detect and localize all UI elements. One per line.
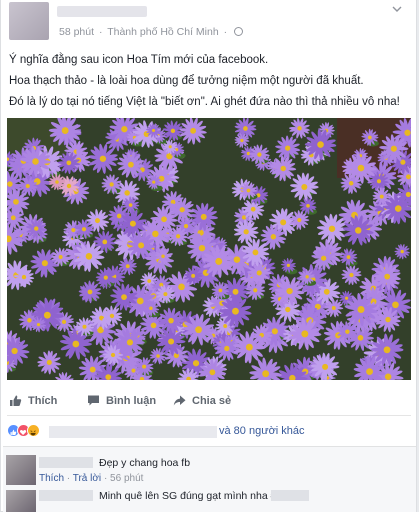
- comment-actions: Thích · Trả lời · 56 phút: [39, 473, 144, 484]
- comment-text: Minh quê lên SG đúng gạt mình nha #: [99, 490, 277, 502]
- post-time[interactable]: 58 phút: [59, 26, 94, 38]
- post-location[interactable]: Thành phố Hồ Chí Minh: [107, 26, 218, 38]
- reactions-summary[interactable]: và 80 người khác: [7, 422, 411, 442]
- post-text-line-2: Hoa thạch thảo - là loài hoa dùng để tưở…: [9, 75, 364, 87]
- comment-tag-redacted: [271, 490, 309, 501]
- commenter-avatar[interactable]: [6, 490, 36, 512]
- comment-text: Đẹp y chang hoa fb: [99, 457, 191, 469]
- action-bar: Thích Bình luận Chia sẻ: [7, 390, 411, 416]
- reaction-names-redacted[interactable]: [49, 426, 217, 438]
- post-text-line-1: Ý nghĩa đằng sau icon Hoa Tím mới của fa…: [9, 54, 269, 66]
- reaction-count-text[interactable]: và 80 người khác: [219, 425, 305, 437]
- commenter-name-redacted[interactable]: [39, 490, 93, 501]
- commenter-avatar[interactable]: [6, 455, 36, 485]
- haha-icon: [27, 424, 40, 437]
- share-button[interactable]: Chia sẻ: [173, 394, 231, 407]
- comment-reply-link[interactable]: Trả lời: [73, 473, 101, 484]
- comment-time[interactable]: 56 phút: [110, 473, 143, 484]
- speech-bubble-icon: [88, 395, 99, 406]
- like-button[interactable]: Thích: [9, 394, 57, 407]
- comment-like-link[interactable]: Thích: [39, 473, 64, 484]
- comment-button[interactable]: Bình luận: [87, 394, 156, 407]
- thumbs-up-icon: [10, 395, 22, 406]
- aster-flowers-image: [7, 118, 411, 380]
- post-meta: 58 phút · Thành phố Hồ Chí Minh ·: [59, 26, 244, 38]
- post-card: 58 phút · Thành phố Hồ Chí Minh · Ý nghĩ…: [0, 0, 417, 512]
- globe-icon: [234, 27, 244, 36]
- author-avatar[interactable]: [9, 2, 49, 40]
- share-arrow-icon: [173, 395, 186, 406]
- author-name-redacted[interactable]: [57, 6, 147, 17]
- commenter-name-redacted[interactable]: [39, 457, 93, 468]
- post-text-line-3: Đó là lý do tại nó tiếng Việt là "biết ơ…: [9, 96, 400, 108]
- comments-section: Đẹp y chang hoa fb Thích · Trả lời · 56 …: [3, 446, 416, 512]
- chevron-down-icon[interactable]: [392, 4, 402, 14]
- post-photo[interactable]: [7, 118, 411, 380]
